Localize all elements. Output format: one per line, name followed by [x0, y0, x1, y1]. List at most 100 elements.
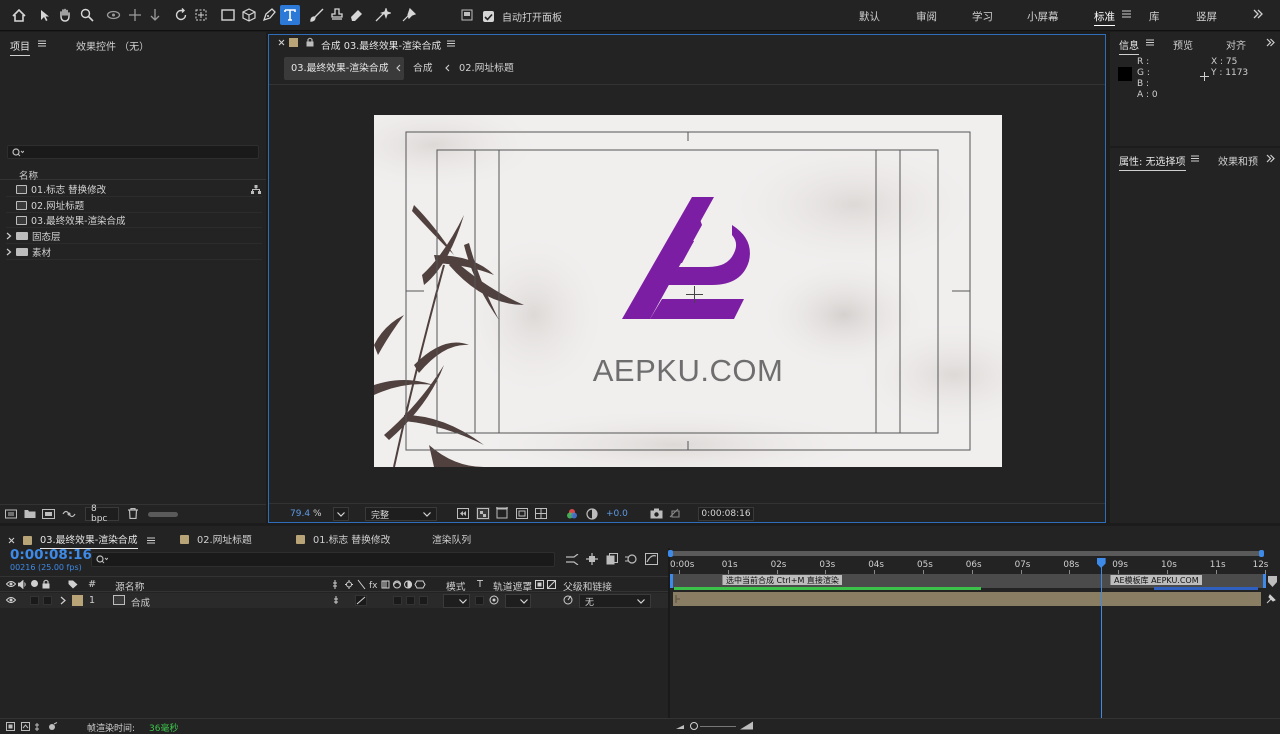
auto-open-panel-toggle[interactable]: 自动打开面板	[483, 9, 562, 24]
layer-switches-icons[interactable]: fx	[333, 579, 431, 590]
project-item[interactable]: 03.最终效果-渲染合成	[6, 213, 262, 228]
channel-rgb-icon[interactable]	[566, 508, 578, 520]
more-panels-icon[interactable]	[1266, 154, 1275, 163]
layer-switches-toggle-icon[interactable]	[6, 722, 58, 732]
switch-box[interactable]	[406, 596, 415, 605]
3d-shape-tool-icon[interactable]	[240, 6, 258, 24]
snapshot-camera-icon[interactable]	[650, 508, 663, 519]
fast-preview-icon[interactable]	[457, 508, 469, 519]
zoom-value[interactable]: 79.4	[290, 509, 310, 519]
column-source-name-header[interactable]: 源名称	[115, 579, 144, 593]
workspace-small-screen[interactable]: 小屏幕	[1027, 9, 1059, 24]
project-search-input[interactable]	[7, 145, 259, 159]
comp-tab-title[interactable]: 合成 03.最终效果-渲染合成	[321, 38, 441, 52]
tab-preview[interactable]: 预览	[1173, 37, 1193, 52]
comp-panel-menu-icon[interactable]	[447, 40, 455, 47]
home-icon[interactable]	[10, 6, 28, 24]
blend-mode-dropdown[interactable]	[443, 594, 470, 608]
new-folder-icon[interactable]	[24, 509, 36, 519]
rectangle-tool-icon[interactable]	[219, 6, 237, 24]
column-number-header[interactable]: #	[88, 579, 96, 590]
layer-name[interactable]: 合成	[131, 595, 150, 609]
layer-label-color[interactable]	[72, 595, 83, 606]
preserve-transparency-checkbox[interactable]	[475, 596, 484, 605]
new-composition-icon[interactable]	[42, 509, 55, 519]
lock-checkbox[interactable]	[43, 596, 52, 605]
breadcrumb-item[interactable]: 合成	[413, 60, 433, 74]
time-ruler[interactable]: 0:00s 01s 02s 03s 04s 05s 06s 07s 08s 09s 10s 11s 12…	[0, 526, 1280, 576]
track-matte-dropdown[interactable]	[505, 594, 531, 608]
layer-row[interactable]: 1 合成 无	[0, 593, 668, 609]
breadcrumb-item[interactable]: 02.网址标题	[459, 60, 514, 74]
project-settings-icon[interactable]	[62, 509, 76, 519]
orbit-camera-icon[interactable]	[104, 6, 122, 24]
pan-camera-icon[interactable]	[126, 6, 144, 24]
roto-brush-icon[interactable]	[374, 6, 392, 24]
show-snapshot-icon[interactable]	[669, 508, 681, 519]
zoom-in-icon[interactable]	[740, 721, 753, 730]
eraser-tool-icon[interactable]	[348, 6, 366, 24]
audio-icon[interactable]	[18, 580, 27, 589]
collapse-transform-switch[interactable]	[333, 595, 343, 605]
workspace-standard[interactable]: 标准	[1094, 9, 1115, 26]
tab-properties[interactable]: 属性: 无选择项	[1119, 153, 1186, 171]
flowchart-icon[interactable]	[251, 184, 261, 194]
anchor-point-tool-icon[interactable]	[192, 6, 210, 24]
column-mode-header[interactable]: 模式	[446, 579, 466, 593]
close-tab-icon[interactable]	[278, 39, 285, 46]
project-item[interactable]: 固态层	[6, 229, 262, 244]
breadcrumb-item-active[interactable]: 03.最终效果-渲染合成	[291, 60, 389, 74]
dolly-camera-icon[interactable]	[146, 6, 164, 24]
tab-project[interactable]: 项目	[10, 38, 30, 56]
chevron-right-icon[interactable]	[6, 248, 16, 256]
workspace-learn[interactable]: 学习	[972, 9, 993, 24]
more-workspaces-icon[interactable]	[1253, 9, 1263, 19]
clone-stamp-icon[interactable]	[328, 6, 346, 24]
column-parent-header[interactable]: 父级和链接	[563, 579, 612, 593]
comp-marker-2[interactable]: AE模板库 AEPKU.COM	[1110, 575, 1202, 585]
hand-tool-icon[interactable]	[56, 6, 74, 24]
workspace-review[interactable]: 审阅	[916, 9, 937, 24]
zoom-tool-icon[interactable]	[78, 6, 96, 24]
project-item[interactable]: 01.标志 替换修改	[6, 182, 262, 197]
chevron-right-icon[interactable]	[60, 596, 66, 605]
comp-button-icon[interactable]	[1268, 576, 1277, 587]
pen-tool-icon[interactable]	[260, 6, 278, 24]
tab-align[interactable]: 对齐	[1226, 37, 1246, 52]
zoom-slider-handle[interactable]	[690, 722, 698, 730]
text-tool-icon[interactable]	[280, 5, 300, 25]
quality-switch[interactable]	[355, 595, 367, 606]
trash-icon[interactable]	[128, 508, 138, 519]
reset-exposure-icon[interactable]	[586, 508, 598, 520]
zoom-out-icon[interactable]	[676, 723, 684, 730]
zoom-dropdown[interactable]	[333, 507, 349, 521]
transparency-grid-icon[interactable]	[476, 507, 490, 520]
region-of-interest-icon[interactable]	[516, 508, 528, 519]
parent-pickwhip-icon[interactable]	[563, 595, 573, 605]
brush-tool-icon[interactable]	[308, 6, 326, 24]
column-t-header[interactable]: T	[477, 579, 483, 590]
workspace-library[interactable]: 库	[1149, 9, 1160, 24]
project-item[interactable]: 素材	[6, 245, 262, 260]
column-track-matte-header[interactable]: 轨道遮罩	[493, 579, 532, 593]
tab-effect-controls[interactable]: 效果控件 （无）	[76, 38, 149, 53]
column-name-header[interactable]: 名称	[19, 168, 38, 182]
rotate-tool-icon[interactable]	[172, 6, 190, 24]
bit-depth-button[interactable]: 8 bpc	[85, 504, 119, 524]
grid-guides-icon[interactable]	[535, 508, 547, 519]
current-time-display[interactable]: 0:00:08:16	[698, 507, 754, 521]
mask-visibility-icon[interactable]	[496, 507, 509, 519]
resolution-dropdown[interactable]: 完整	[365, 507, 437, 521]
workspace-menu-icon[interactable]	[1122, 10, 1131, 18]
exposure-value[interactable]: +0.0	[606, 509, 628, 519]
interpret-footage-icon[interactable]	[5, 509, 17, 519]
checkbox-checked-icon[interactable]	[483, 11, 494, 22]
solo-icon[interactable]	[31, 580, 38, 587]
zoom-slider-track[interactable]	[700, 726, 736, 727]
track-matte-pickwhip-icon[interactable]	[489, 595, 499, 605]
label-tag-icon[interactable]	[68, 580, 78, 589]
thumbnail-size-slider[interactable]	[148, 512, 178, 517]
eye-icon[interactable]	[6, 596, 16, 604]
parent-dropdown[interactable]: 无	[579, 594, 651, 608]
composition-canvas[interactable]: AEPKU.COM	[374, 115, 1002, 467]
